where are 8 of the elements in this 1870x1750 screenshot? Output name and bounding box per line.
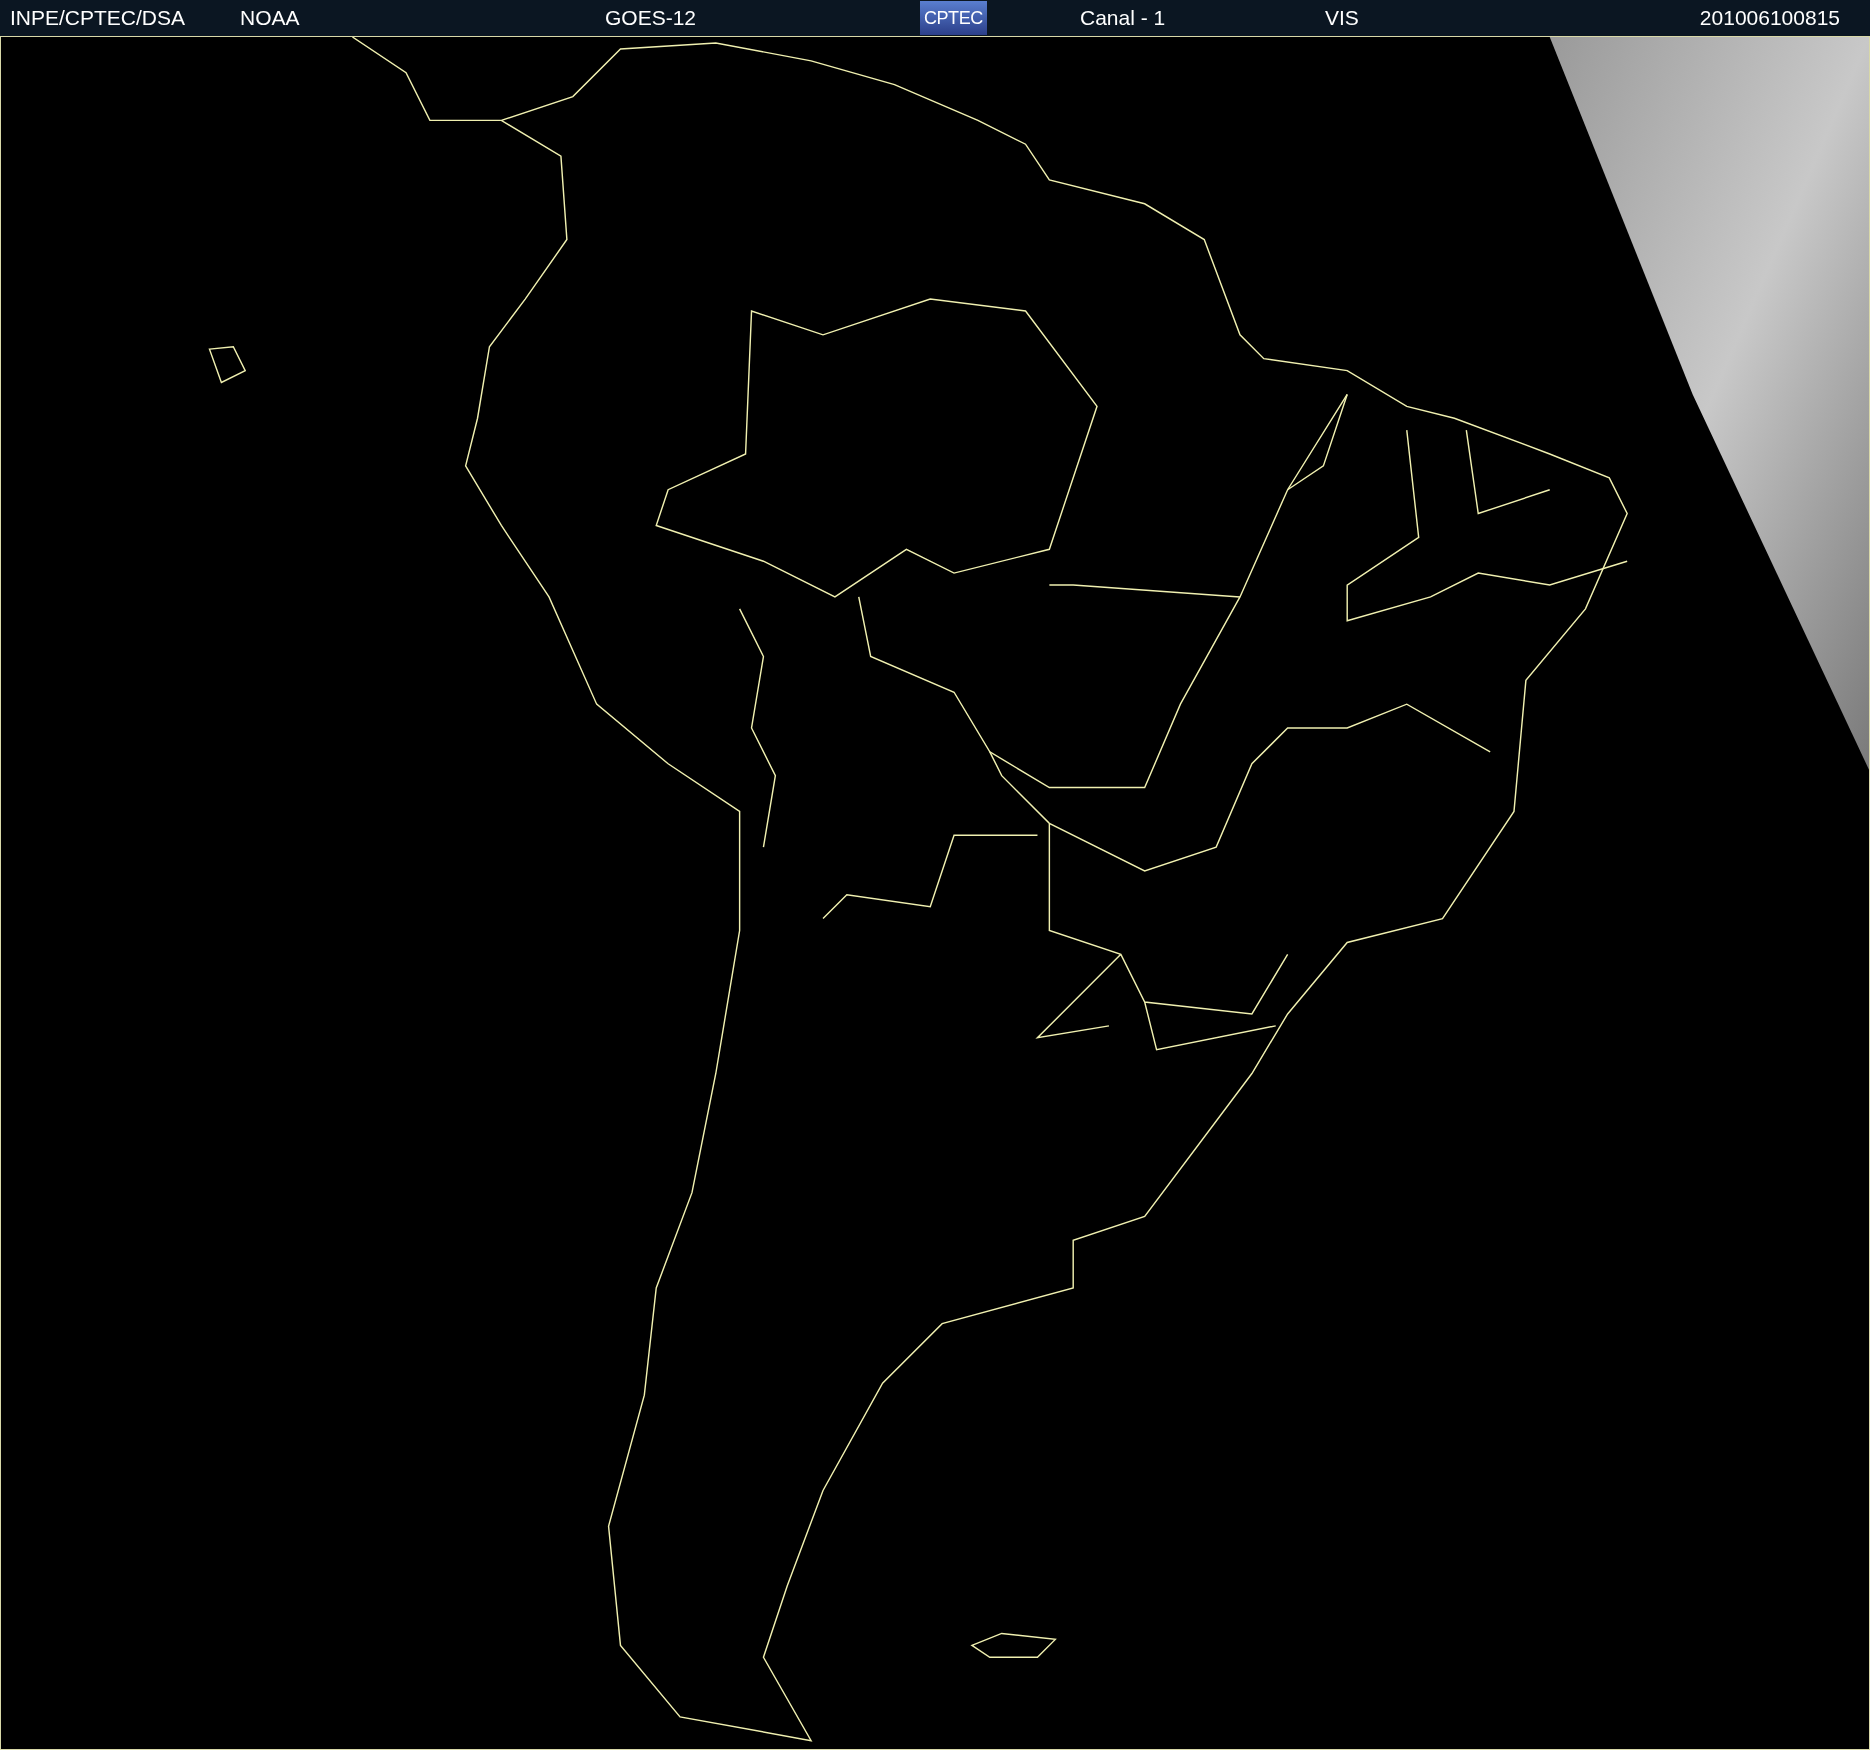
header-label: Canal - 1 <box>1080 5 1166 32</box>
header-label: NOAA <box>240 5 300 32</box>
logo: CPTEC <box>920 1 987 35</box>
header-label: GOES-12 <box>605 5 697 32</box>
header-label: 201006100815 <box>1699 5 1840 32</box>
header-label: VIS <box>1325 5 1359 32</box>
header-label: INPE/CPTEC/DSA <box>10 5 186 32</box>
island-outline <box>208 346 247 384</box>
